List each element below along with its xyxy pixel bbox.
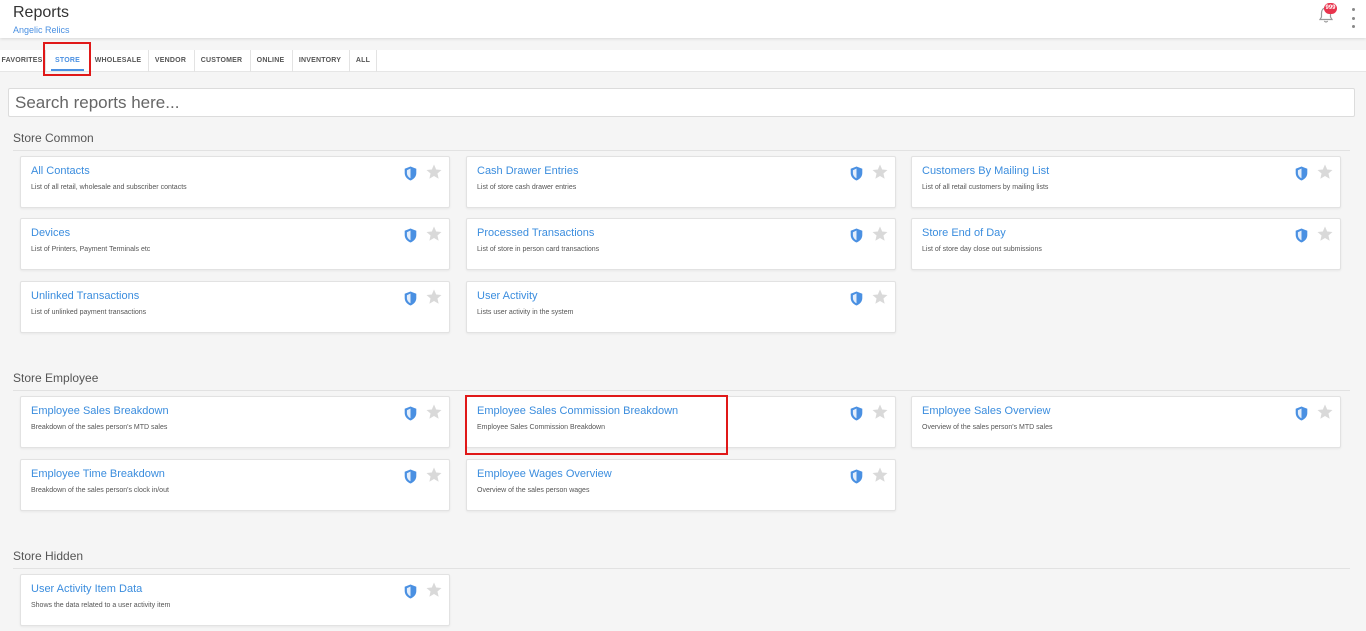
star-icon[interactable]: [425, 403, 443, 421]
tab-all[interactable]: ALL: [352, 50, 374, 72]
star-icon[interactable]: [871, 403, 889, 421]
star-icon[interactable]: [425, 288, 443, 306]
section-title-store-hidden: Store Hidden: [13, 549, 84, 563]
report-title[interactable]: Processed Transactions: [477, 227, 594, 239]
tab-inventory[interactable]: INVENTORY: [295, 50, 345, 72]
report-card-employee-time-breakdown[interactable]: Employee Time Breakdown Breakdown of the…: [20, 459, 450, 511]
report-card-employee-wages-overview[interactable]: Employee Wages Overview Overview of the …: [466, 459, 896, 511]
shield-icon: [1295, 166, 1308, 181]
report-card-customers-by-mailing-list[interactable]: Customers By Mailing List List of all re…: [911, 156, 1341, 208]
report-title[interactable]: Customers By Mailing List: [922, 165, 1049, 177]
star-icon[interactable]: [425, 225, 443, 243]
report-description: List of unlinked payment transactions: [31, 309, 147, 316]
shield-icon: [850, 469, 863, 484]
app-header: Reports Angelic Relics 999: [0, 0, 1366, 38]
section-divider: [13, 390, 1350, 391]
section-title-store-employee: Store Employee: [13, 371, 99, 385]
report-description: List of store cash drawer entries: [477, 184, 577, 191]
section-divider: [13, 568, 1350, 569]
section-title-store-common: Store Common: [13, 131, 94, 145]
shield-icon: [404, 291, 417, 306]
report-title[interactable]: Employee Sales Overview: [922, 405, 1050, 417]
star-icon[interactable]: [871, 288, 889, 306]
star-icon[interactable]: [871, 163, 889, 181]
report-card-devices[interactable]: Devices List of Printers, Payment Termin…: [20, 218, 450, 270]
shield-icon: [850, 166, 863, 181]
search-input[interactable]: [8, 88, 1355, 117]
report-title[interactable]: Cash Drawer Entries: [477, 165, 578, 177]
tab-store[interactable]: STORE: [48, 50, 87, 72]
report-title[interactable]: Employee Time Breakdown: [31, 468, 165, 480]
report-description: List of all retail, wholesale and subscr…: [31, 184, 187, 191]
tab-customer[interactable]: CUSTOMER: [197, 50, 246, 72]
star-icon[interactable]: [425, 466, 443, 484]
report-description: Shows the data related to a user activit…: [31, 602, 171, 609]
star-icon[interactable]: [425, 581, 443, 599]
report-title[interactable]: Store End of Day: [922, 227, 1006, 239]
report-title[interactable]: User Activity Item Data: [31, 583, 142, 595]
shield-icon: [850, 228, 863, 243]
star-icon[interactable]: [425, 163, 443, 181]
report-title[interactable]: Employee Wages Overview: [477, 468, 612, 480]
shield-icon: [404, 406, 417, 421]
report-description: Breakdown of the sales person's MTD sale…: [31, 424, 168, 431]
report-title[interactable]: User Activity: [477, 290, 538, 302]
report-card-unlinked-transactions[interactable]: Unlinked Transactions List of unlinked p…: [20, 281, 450, 333]
shield-icon: [850, 406, 863, 421]
report-title[interactable]: Unlinked Transactions: [31, 290, 139, 302]
shield-icon: [850, 291, 863, 306]
report-title[interactable]: Employee Sales Commission Breakdown: [477, 405, 678, 417]
report-title[interactable]: All Contacts: [31, 165, 90, 177]
report-card-employee-sales-overview[interactable]: Employee Sales Overview Overview of the …: [911, 396, 1341, 448]
tab-vendor[interactable]: VENDOR: [151, 50, 190, 72]
star-icon[interactable]: [871, 466, 889, 484]
report-card-user-activity-item-data[interactable]: User Activity Item Data Shows the data r…: [20, 574, 450, 626]
shield-icon: [1295, 406, 1308, 421]
tab-online[interactable]: ONLINE: [253, 50, 288, 72]
report-description: Overview of the sales person wages: [477, 487, 590, 494]
report-description: List of all retail customers by mailing …: [922, 184, 1049, 191]
report-card-employee-sales-commission-breakdown[interactable]: Employee Sales Commission Breakdown Empl…: [466, 396, 896, 448]
tab-wholesale[interactable]: WHOLESALE: [92, 50, 144, 72]
kebab-menu-icon[interactable]: [1348, 8, 1358, 28]
star-icon[interactable]: [1316, 403, 1334, 421]
report-description: Breakdown of the sales person's clock in…: [31, 487, 169, 494]
report-card-employee-sales-breakdown[interactable]: Employee Sales Breakdown Breakdown of th…: [20, 396, 450, 448]
report-title[interactable]: Employee Sales Breakdown: [31, 405, 169, 417]
shield-icon: [404, 469, 417, 484]
notifications-button[interactable]: 999: [1318, 3, 1337, 26]
tab-favorites[interactable]: FAVORITES: [0, 50, 44, 72]
report-description: Employee Sales Commission Breakdown: [477, 424, 605, 431]
report-card-user-activity[interactable]: User Activity Lists user activity in the…: [466, 281, 896, 333]
shield-icon: [404, 166, 417, 181]
shield-icon: [1295, 228, 1308, 243]
store-name-link[interactable]: Angelic Relics: [13, 25, 70, 35]
page-title: Reports: [13, 4, 70, 21]
report-category-tabs: FAVORITES STORE WHOLESALE VENDOR CUSTOME…: [0, 50, 1366, 72]
section-divider: [13, 150, 1350, 151]
shield-icon: [404, 228, 417, 243]
star-icon[interactable]: [1316, 163, 1334, 181]
notification-badge: 999: [1324, 3, 1337, 14]
report-description: Overview of the sales person's MTD sales: [922, 424, 1053, 431]
report-card-cash-drawer-entries[interactable]: Cash Drawer Entries List of store cash d…: [466, 156, 896, 208]
report-card-all-contacts[interactable]: All Contacts List of all retail, wholesa…: [20, 156, 450, 208]
report-description: List of Printers, Payment Terminals etc: [31, 246, 151, 253]
star-icon[interactable]: [1316, 225, 1334, 243]
report-description: Lists user activity in the system: [477, 309, 574, 316]
report-title[interactable]: Devices: [31, 227, 70, 239]
shield-icon: [404, 584, 417, 599]
report-description: List of store day close out submissions: [922, 246, 1042, 253]
report-description: List of store in person card transaction…: [477, 246, 600, 253]
star-icon[interactable]: [871, 225, 889, 243]
report-card-store-end-of-day[interactable]: Store End of Day List of store day close…: [911, 218, 1341, 270]
report-card-processed-transactions[interactable]: Processed Transactions List of store in …: [466, 218, 896, 270]
